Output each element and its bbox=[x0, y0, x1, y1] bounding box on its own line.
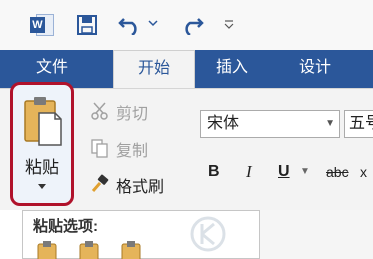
subscript-button[interactable]: x bbox=[360, 158, 367, 186]
undo-dropdown-icon[interactable] bbox=[148, 18, 158, 28]
format-painter-icon bbox=[91, 174, 109, 192]
undo-icon[interactable] bbox=[118, 13, 142, 35]
italic-button[interactable]: I bbox=[246, 158, 252, 186]
font-name-dropdown-icon[interactable]: ▼ bbox=[325, 111, 335, 137]
scissors-icon bbox=[91, 102, 108, 120]
underline-button[interactable]: U bbox=[278, 158, 290, 186]
save-icon[interactable] bbox=[77, 15, 97, 35]
paste-icon bbox=[24, 97, 62, 146]
tab-insert[interactable]: 插入 bbox=[202, 50, 262, 88]
format-painter-label: 格式刷 bbox=[116, 179, 165, 196]
format-painter-button[interactable]: 格式刷 bbox=[88, 171, 188, 197]
copy-label: 复制 bbox=[116, 143, 149, 160]
bold-button[interactable]: B bbox=[208, 158, 220, 186]
cut-button[interactable]: 剪切 bbox=[88, 98, 178, 124]
redo-icon[interactable] bbox=[180, 13, 204, 35]
font-name-combobox[interactable]: 宋体 ▼ bbox=[200, 110, 340, 138]
quick-access-toolbar: W bbox=[0, 0, 373, 50]
strikethrough-button[interactable]: abc bbox=[326, 158, 349, 186]
font-size-combobox[interactable]: 五号 bbox=[344, 110, 373, 138]
paste-options-title: 粘贴选项: bbox=[33, 218, 98, 235]
word-icon: W bbox=[30, 14, 54, 36]
tab-design[interactable]: 设计 bbox=[280, 50, 350, 88]
paste-merge-format-icon[interactable] bbox=[77, 241, 103, 259]
copy-icon bbox=[91, 139, 108, 158]
customize-qat-icon[interactable] bbox=[223, 18, 235, 30]
underline-dropdown-icon[interactable]: ▼ bbox=[300, 158, 310, 186]
paste-text-only-icon[interactable] bbox=[119, 241, 145, 259]
font-size-value: 五号 bbox=[349, 115, 373, 132]
tab-home[interactable]: 开始 bbox=[113, 50, 195, 90]
font-name-value: 宋体 bbox=[207, 115, 240, 132]
cut-label: 剪切 bbox=[116, 106, 149, 123]
document-area[interactable] bbox=[260, 210, 373, 259]
paste-button[interactable]: 粘贴 bbox=[10, 82, 74, 206]
paste-keep-format-icon[interactable] bbox=[35, 241, 61, 259]
paste-dropdown-icon[interactable] bbox=[37, 183, 47, 191]
watermark-logo-icon bbox=[190, 216, 226, 252]
paste-label: 粘贴 bbox=[25, 158, 59, 177]
copy-button[interactable]: 复制 bbox=[88, 135, 178, 161]
